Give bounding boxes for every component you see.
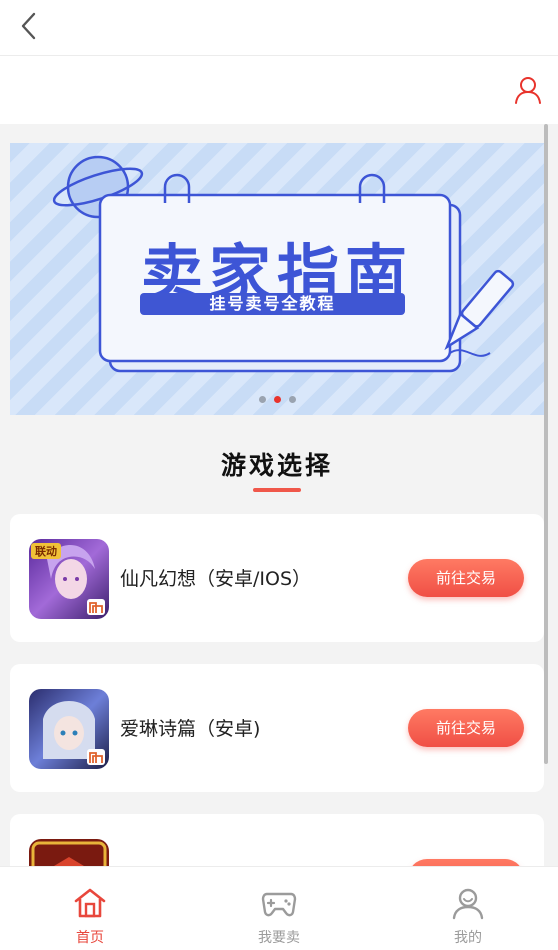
home-icon — [74, 888, 106, 918]
gamepad-icon — [261, 892, 297, 917]
tab-mine-label: 我的 — [454, 930, 482, 946]
carousel-dot-active[interactable] — [273, 396, 281, 403]
game-card: 爱琳诗篇（安卓) 前往交易 — [10, 664, 544, 792]
avatar-badge: 联动 — [35, 544, 57, 558]
tab-home-label: 首页 — [76, 930, 104, 946]
tab-home[interactable]: 首页 — [30, 867, 150, 950]
banner-subtitle: 挂号卖号全教程 — [140, 293, 405, 315]
game-name: 爱琳诗篇（安卓) — [120, 718, 261, 740]
section-title: 游戏选择 — [220, 451, 333, 480]
profile-icon — [452, 888, 484, 920]
bottom-tab-bar: 首页 我要卖 我的 — [0, 866, 558, 950]
tab-sell-label: 我要卖 — [258, 930, 300, 946]
scrollbar[interactable] — [544, 124, 548, 764]
back-button[interactable] — [10, 8, 46, 44]
section-underline — [253, 488, 301, 492]
game-name: 仙凡幻想（安卓/IOS） — [120, 568, 312, 590]
go-trade-button[interactable]: 前往交易 — [408, 709, 524, 747]
banner-carousel[interactable]: 卖家指南 挂号卖号全教程 — [10, 143, 544, 415]
carousel-dot[interactable] — [258, 396, 266, 403]
game-card: 联动 仙凡幻想（安卓/IOS） 前往交易 — [10, 514, 544, 642]
go-trade-button[interactable]: 前往交易 — [408, 559, 524, 597]
tab-mine[interactable]: 我的 — [408, 867, 528, 950]
user-button[interactable] — [508, 70, 548, 110]
header — [0, 56, 558, 124]
user-icon — [515, 77, 541, 104]
chevron-left-icon — [21, 12, 36, 40]
tab-sell[interactable]: 我要卖 — [219, 867, 339, 950]
game-avatar — [29, 689, 109, 769]
top-bar — [0, 0, 558, 56]
carousel-dots — [10, 396, 544, 403]
game-avatar: 联动 — [29, 539, 109, 619]
carousel-dot[interactable] — [288, 396, 296, 403]
